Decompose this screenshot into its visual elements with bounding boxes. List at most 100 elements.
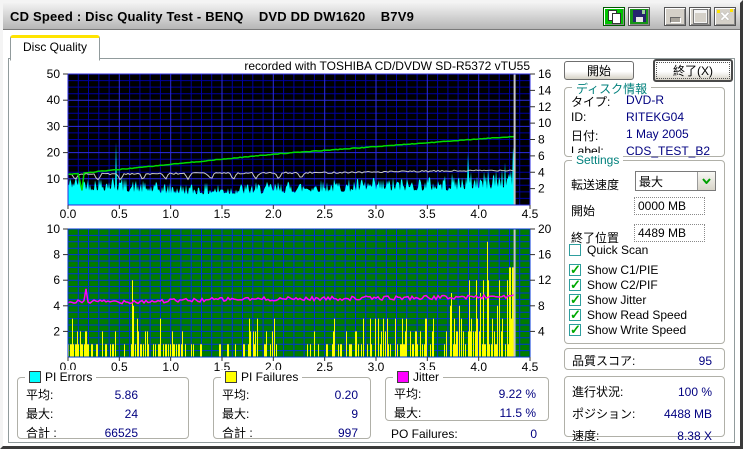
pi-failures-avg: 0.20 bbox=[334, 387, 358, 402]
minimize-glyph bbox=[669, 17, 681, 23]
avg-label: 平均: bbox=[394, 387, 422, 401]
svg-text:20: 20 bbox=[47, 146, 61, 160]
tab-disc-quality[interactable]: Disc Quality bbox=[10, 35, 101, 61]
svg-text:12: 12 bbox=[538, 100, 552, 114]
exit-button[interactable]: 終了(X) bbox=[653, 59, 733, 82]
svg-text:10: 10 bbox=[47, 172, 61, 186]
pi-failures-title: PI Failures bbox=[241, 370, 299, 384]
svg-text:10: 10 bbox=[47, 222, 61, 236]
transfer-speed-combobox[interactable]: 最大 bbox=[635, 171, 716, 191]
window-title: CD Speed : Disc Quality Test - BENQ DVD … bbox=[10, 8, 415, 24]
tab-label: Disc Quality bbox=[23, 40, 88, 54]
svg-text:3.0: 3.0 bbox=[368, 360, 385, 373]
avg-label: 平均: bbox=[26, 388, 54, 402]
show-c1-pie-checkbox[interactable] bbox=[569, 262, 581, 278]
total-label: 合計 : bbox=[26, 426, 57, 440]
show-write-speed-checkbox[interactable] bbox=[569, 322, 581, 338]
end-position-field[interactable]: 4489 MB bbox=[634, 224, 705, 242]
copy-icon[interactable] bbox=[603, 6, 625, 26]
show-write-speed-label: Show Write Speed bbox=[587, 323, 687, 337]
svg-text:6: 6 bbox=[53, 273, 60, 287]
close-icon[interactable]: ✕ bbox=[714, 6, 736, 26]
svg-text:2: 2 bbox=[538, 182, 545, 196]
show-read-speed-checkbox-row[interactable]: Show Read Speed bbox=[569, 307, 687, 323]
svg-text:4: 4 bbox=[53, 299, 60, 313]
titlebar[interactable]: CD Speed : Disc Quality Test - BENQ DVD … bbox=[3, 3, 740, 30]
save-icon[interactable] bbox=[628, 6, 650, 26]
floppy-glyph bbox=[632, 10, 646, 22]
pi-errors-total: 66525 bbox=[104, 425, 138, 440]
pi-errors-swatch bbox=[29, 371, 41, 383]
maximize-icon[interactable] bbox=[689, 6, 711, 26]
po-failures-value: 0 bbox=[530, 427, 537, 441]
svg-text:0.5: 0.5 bbox=[111, 207, 128, 221]
svg-text:2.0: 2.0 bbox=[265, 207, 282, 221]
svg-text:4.0: 4.0 bbox=[470, 207, 487, 221]
show-write-speed-checkbox-row[interactable]: Show Write Speed bbox=[569, 322, 687, 338]
quality-score-group: 品質スコア: 95 bbox=[564, 348, 725, 370]
po-failures-label: PO Failures: bbox=[391, 427, 458, 441]
svg-text:4.5: 4.5 bbox=[522, 207, 539, 221]
disc-id-label: ID: bbox=[571, 110, 587, 124]
jitter-max: 11.5 % bbox=[499, 405, 536, 420]
svg-text:10: 10 bbox=[538, 116, 552, 130]
end-position-value: 4489 MB bbox=[638, 226, 687, 240]
pi-errors-max: 24 bbox=[124, 406, 138, 421]
show-jitter-checkbox-row[interactable]: Show Jitter bbox=[569, 292, 647, 308]
total-label: 合計 : bbox=[222, 426, 253, 440]
transfer-speed-label: 転送速度 bbox=[571, 178, 620, 192]
disc-date-value: 1 May 2005 bbox=[626, 127, 689, 141]
start-button-label: 開始 bbox=[586, 64, 611, 78]
pi-errors-avg: 5.86 bbox=[114, 387, 138, 402]
jitter-stats-group: Jitter 平均: 9.22 % 最大: 11.5 % bbox=[385, 370, 549, 421]
max-label: 最大: bbox=[222, 407, 250, 421]
position-value: 4488 MB bbox=[663, 406, 712, 421]
pi-failures-swatch bbox=[225, 371, 237, 383]
show-c1-pie-label: Show C1/PIE bbox=[587, 263, 659, 277]
svg-text:2.5: 2.5 bbox=[316, 207, 333, 221]
svg-text:3.0: 3.0 bbox=[368, 207, 385, 221]
dropdown-arrow-icon[interactable] bbox=[697, 172, 715, 190]
jitter-avg: 9.22 % bbox=[498, 386, 536, 401]
start-position-field[interactable]: 0000 MB bbox=[634, 197, 705, 215]
quick-scan-checkbox[interactable] bbox=[569, 244, 581, 256]
quality-score-value: 95 bbox=[698, 353, 712, 368]
minimize-icon[interactable] bbox=[664, 6, 686, 26]
svg-text:4.5: 4.5 bbox=[522, 360, 539, 373]
close-glyph: ✕ bbox=[719, 8, 731, 24]
svg-text:0.0: 0.0 bbox=[60, 207, 77, 221]
svg-text:4: 4 bbox=[538, 324, 545, 338]
app-window: CD Speed : Disc Quality Test - BENQ DVD … bbox=[0, 0, 743, 449]
show-read-speed-checkbox[interactable] bbox=[569, 307, 581, 323]
show-c2-pif-checkbox-row[interactable]: Show C2/PIF bbox=[569, 277, 658, 293]
svg-text:12: 12 bbox=[538, 273, 552, 287]
show-jitter-checkbox[interactable] bbox=[569, 292, 581, 308]
disc-type-value: DVD-R bbox=[626, 93, 664, 107]
svg-text:4: 4 bbox=[538, 165, 545, 179]
speed-label: 速度: bbox=[572, 429, 600, 443]
maximize-glyph bbox=[693, 9, 707, 23]
show-c1-pie-checkbox-row[interactable]: Show C1/PIE bbox=[569, 262, 659, 278]
svg-text:1.5: 1.5 bbox=[214, 207, 231, 221]
disc-id-value: RITEKG04 bbox=[626, 110, 685, 124]
progress-label: 進行状況: bbox=[572, 385, 624, 399]
start-button[interactable]: 開始 bbox=[564, 61, 634, 80]
show-c2-pif-label: Show C2/PIF bbox=[587, 278, 658, 292]
max-label: 最大: bbox=[26, 407, 54, 421]
show-jitter-label: Show Jitter bbox=[587, 293, 647, 307]
disc-date-label: 日付: bbox=[571, 129, 599, 143]
document-glyph bbox=[608, 9, 621, 24]
svg-text:6: 6 bbox=[538, 149, 545, 163]
quick-scan-checkbox-row[interactable]: Quick Scan bbox=[569, 243, 648, 257]
svg-text:2: 2 bbox=[53, 324, 60, 338]
speed-value: 8.38 X bbox=[677, 428, 712, 443]
jitter-swatch bbox=[397, 371, 409, 383]
client-area: Disc Quality recorded with TOSHIBA CD/DV… bbox=[3, 30, 740, 446]
show-c2-pif-checkbox[interactable] bbox=[569, 277, 581, 293]
svg-text:1.0: 1.0 bbox=[162, 207, 179, 221]
svg-text:50: 50 bbox=[47, 67, 61, 81]
svg-text:8: 8 bbox=[53, 248, 60, 262]
progress-group: 進行状況: 100 % ポジション: 4488 MB 速度: 8.38 X bbox=[564, 376, 725, 443]
max-label: 最大: bbox=[394, 406, 422, 420]
start-position-value: 0000 MB bbox=[638, 199, 687, 213]
